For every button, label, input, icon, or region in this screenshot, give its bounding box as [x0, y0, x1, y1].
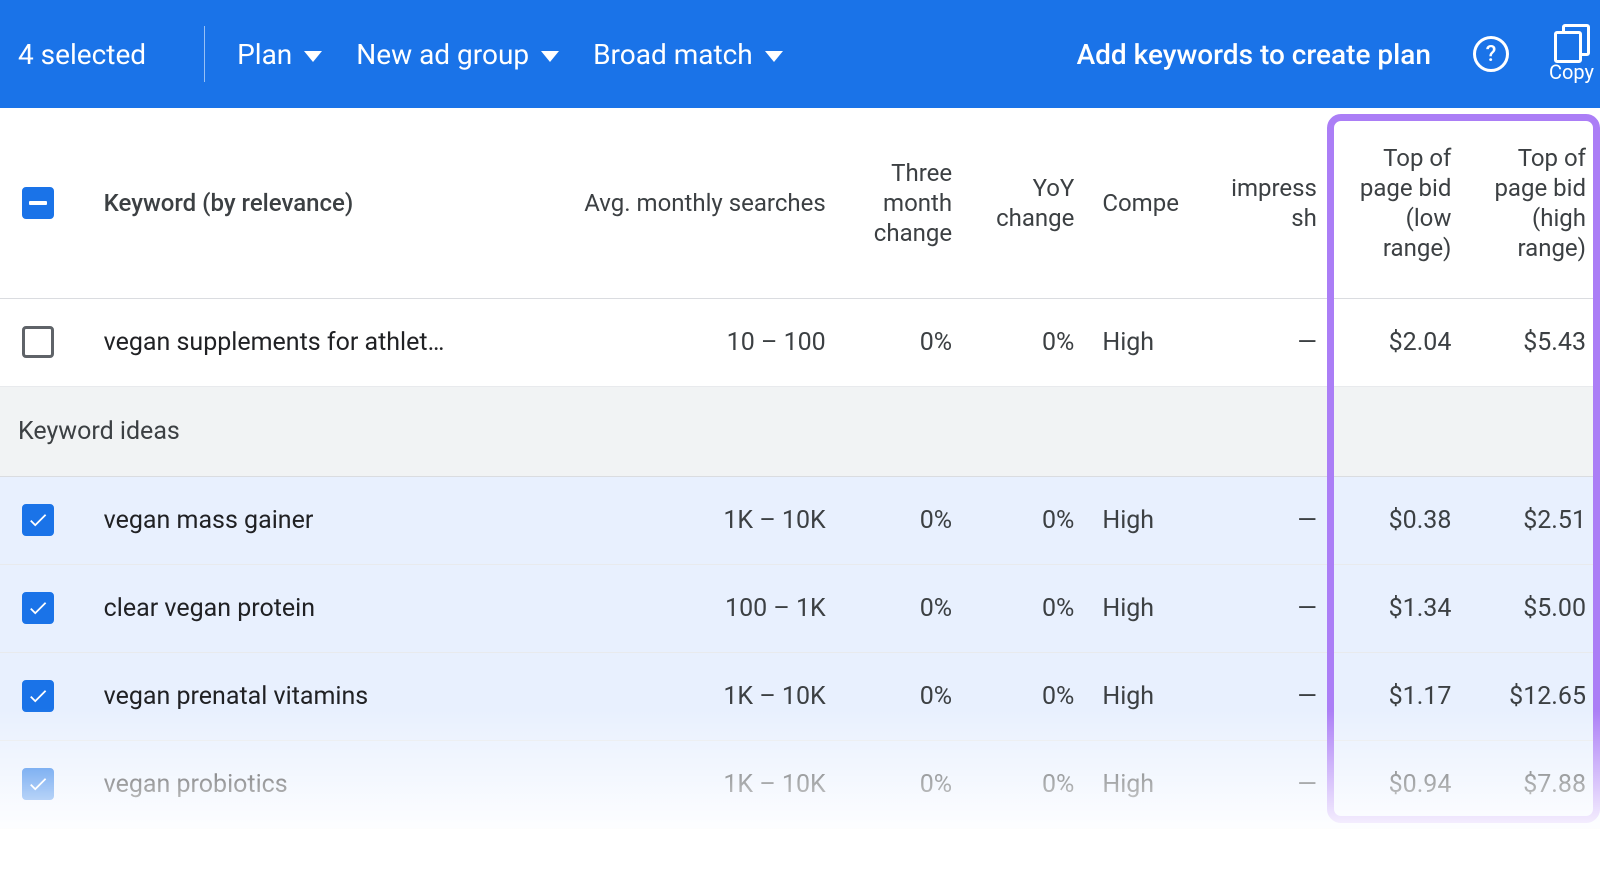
- cell-competition: High: [1088, 298, 1208, 386]
- row-checkbox[interactable]: [22, 680, 54, 712]
- add-keywords-button[interactable]: Add keywords to create plan: [1077, 38, 1431, 71]
- col-keyword[interactable]: Keyword (by relevance): [90, 108, 487, 298]
- cell-yoy: 0%: [966, 740, 1088, 828]
- cell-three-month: 0%: [840, 740, 966, 828]
- keyword-table: Keyword (by relevance) Avg. monthly sear…: [0, 108, 1600, 829]
- toolbar-divider: [204, 26, 205, 82]
- cell-avg: 1K – 10K: [487, 476, 840, 564]
- cell-keyword: vegan prenatal vitamins: [90, 652, 487, 740]
- section-label: Keyword ideas: [0, 386, 1600, 476]
- row-checkbox-cell: [0, 476, 90, 564]
- row-checkbox[interactable]: [22, 592, 54, 624]
- cell-keyword: vegan probiotics: [90, 740, 487, 828]
- table-header-row: Keyword (by relevance) Avg. monthly sear…: [0, 108, 1600, 298]
- match-dropdown[interactable]: Broad match: [593, 38, 783, 71]
- col-three-month[interactable]: Three month change: [840, 108, 966, 298]
- chevron-down-icon: [541, 51, 559, 62]
- cell-avg: 1K – 10K: [487, 740, 840, 828]
- table-row[interactable]: vegan supplements for athlet… 10 – 100 0…: [0, 298, 1600, 386]
- cell-three-month: 0%: [840, 298, 966, 386]
- copy-button[interactable]: Copy: [1549, 24, 1594, 84]
- cell-competition: High: [1088, 740, 1208, 828]
- cell-bid-high: $2.51: [1465, 476, 1600, 564]
- check-icon: [27, 597, 49, 619]
- row-checkbox[interactable]: [22, 768, 54, 800]
- cell-yoy: 0%: [966, 652, 1088, 740]
- cell-bid-high: $7.88: [1465, 740, 1600, 828]
- plan-dropdown-label: Plan: [237, 38, 292, 71]
- copy-label: Copy: [1549, 60, 1594, 84]
- row-checkbox[interactable]: [22, 326, 54, 358]
- table-row[interactable]: vegan probiotics 1K – 10K 0% 0% High — $…: [0, 740, 1600, 828]
- col-bid-high[interactable]: Top of page bid (high range): [1465, 108, 1600, 298]
- cell-bid-low: $0.94: [1331, 740, 1466, 828]
- cell-yoy: 0%: [966, 476, 1088, 564]
- table-wrap: Keyword (by relevance) Avg. monthly sear…: [0, 108, 1600, 829]
- cell-impr-share: —: [1209, 652, 1331, 740]
- cell-impr-share: —: [1209, 298, 1331, 386]
- cell-avg: 1K – 10K: [487, 652, 840, 740]
- col-yoy[interactable]: YoY change: [966, 108, 1088, 298]
- col-avg-searches[interactable]: Avg. monthly searches: [487, 108, 840, 298]
- col-impr-share[interactable]: impress sh: [1209, 108, 1331, 298]
- cell-three-month: 0%: [840, 476, 966, 564]
- row-checkbox-cell: [0, 652, 90, 740]
- cell-keyword: clear vegan protein: [90, 564, 487, 652]
- adgroup-dropdown[interactable]: New ad group: [356, 38, 559, 71]
- cell-impr-share: —: [1209, 564, 1331, 652]
- check-icon: [27, 773, 49, 795]
- section-row: Keyword ideas: [0, 386, 1600, 476]
- cell-competition: High: [1088, 476, 1208, 564]
- cell-impr-share: —: [1209, 476, 1331, 564]
- cell-competition: High: [1088, 564, 1208, 652]
- select-all-checkbox[interactable]: [22, 187, 54, 219]
- row-checkbox[interactable]: [22, 504, 54, 536]
- cell-competition: High: [1088, 652, 1208, 740]
- adgroup-dropdown-label: New ad group: [356, 38, 529, 71]
- table-row[interactable]: vegan mass gainer 1K – 10K 0% 0% High — …: [0, 476, 1600, 564]
- chevron-down-icon: [765, 51, 783, 62]
- cell-bid-low: $2.04: [1331, 298, 1466, 386]
- cell-impr-share: —: [1209, 740, 1331, 828]
- selected-count: 4 selected: [18, 38, 176, 71]
- cell-bid-low: $1.17: [1331, 652, 1466, 740]
- cell-yoy: 0%: [966, 564, 1088, 652]
- copy-icon: [1554, 24, 1588, 58]
- col-bid-low[interactable]: Top of page bid (low range): [1331, 108, 1466, 298]
- plan-dropdown[interactable]: Plan: [237, 38, 322, 71]
- match-dropdown-label: Broad match: [593, 38, 753, 71]
- cell-bid-low: $0.38: [1331, 476, 1466, 564]
- col-competition[interactable]: Compe: [1088, 108, 1208, 298]
- cell-avg: 100 – 1K: [487, 564, 840, 652]
- chevron-down-icon: [304, 51, 322, 62]
- check-icon: [27, 685, 49, 707]
- cell-three-month: 0%: [840, 564, 966, 652]
- row-checkbox-cell: [0, 298, 90, 386]
- check-icon: [27, 509, 49, 531]
- table-row[interactable]: clear vegan protein 100 – 1K 0% 0% High …: [0, 564, 1600, 652]
- row-checkbox-cell: [0, 740, 90, 828]
- table-row[interactable]: vegan prenatal vitamins 1K – 10K 0% 0% H…: [0, 652, 1600, 740]
- help-icon[interactable]: ?: [1473, 36, 1509, 72]
- cell-avg: 10 – 100: [487, 298, 840, 386]
- cell-keyword: vegan mass gainer: [90, 476, 487, 564]
- cell-bid-high: $12.65: [1465, 652, 1600, 740]
- selection-toolbar: 4 selected Plan New ad group Broad match…: [0, 0, 1600, 108]
- cell-yoy: 0%: [966, 298, 1088, 386]
- cell-bid-high: $5.43: [1465, 298, 1600, 386]
- cell-bid-high: $5.00: [1465, 564, 1600, 652]
- row-checkbox-cell: [0, 564, 90, 652]
- cell-keyword: vegan supplements for athlet…: [90, 298, 487, 386]
- cell-three-month: 0%: [840, 652, 966, 740]
- header-checkbox-cell: [0, 108, 90, 298]
- cell-bid-low: $1.34: [1331, 564, 1466, 652]
